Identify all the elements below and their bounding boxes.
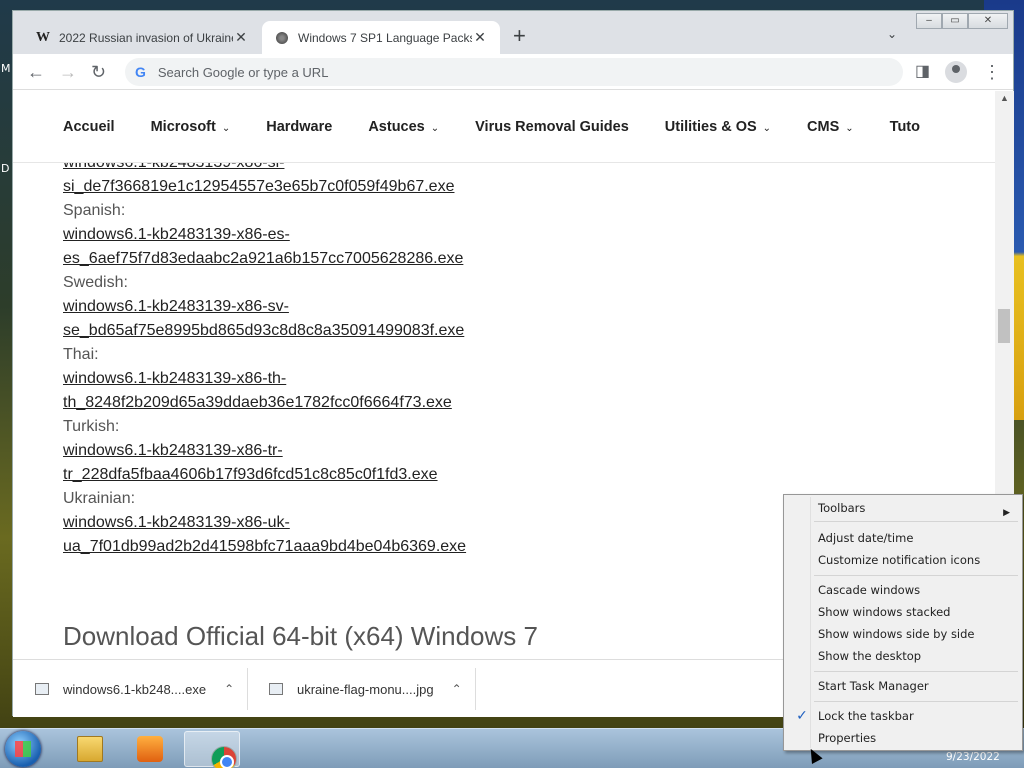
tab-title: 2022 Russian invasion of Ukraine <box>59 30 233 45</box>
window-controls: – ▭ ✕ <box>916 13 1008 29</box>
submenu-arrow-icon: ▶ <box>1003 508 1010 518</box>
scroll-up-arrow-icon[interactable]: ▲ <box>1000 93 1009 103</box>
tab-search-chevron-icon[interactable]: ⌄ <box>887 27 897 41</box>
new-tab-button[interactable]: + <box>513 25 526 47</box>
profile-avatar-icon[interactable] <box>945 61 967 83</box>
menu-item-cascade-windows[interactable]: Cascade windows <box>818 580 1018 600</box>
chevron-down-icon: ⌄ <box>221 122 231 134</box>
menu-item-show-windows-side-by-side[interactable]: Show windows side by side <box>818 624 1018 644</box>
scrollbar-thumb[interactable] <box>998 309 1010 343</box>
minimize-button[interactable]: – <box>916 13 942 29</box>
download-item[interactable]: ukraine-flag-monu....jpg ⌃ <box>269 668 476 710</box>
side-panel-icon[interactable]: ◨ <box>915 62 930 82</box>
reload-icon[interactable]: ↻ <box>91 62 106 82</box>
chrome-icon <box>211 746 237 768</box>
site-nav: Accueil Microsoft ⌄ Hardware Astuces ⌄ Vir… <box>13 91 995 163</box>
download-link[interactable]: windows6.1-kb2483139-x86-th- <box>63 370 286 387</box>
chevron-down-icon: ⌄ <box>430 122 440 134</box>
nav-tuto[interactable]: Tuto <box>890 119 920 135</box>
address-placeholder: Search Google or type a URL <box>157 64 329 80</box>
google-icon: G <box>135 64 146 80</box>
download-link[interactable]: windows6.1-kb2483139-x86-es- <box>63 226 290 243</box>
download-item[interactable]: windows6.1-kb248....exe ⌃ <box>35 668 249 710</box>
close-tab-icon[interactable]: ✕ <box>472 29 488 46</box>
start-button[interactable] <box>5 731 41 767</box>
site-favicon-icon <box>276 31 288 44</box>
menu-item-properties[interactable]: Properties <box>818 728 1018 748</box>
nav-virus-removal-guides[interactable]: Virus Removal Guides <box>475 119 629 135</box>
download-link[interactable]: th_8248f2b209d65a39ddaeb36e1782fcc0f6664… <box>63 394 452 411</box>
exe-file-icon <box>35 683 49 695</box>
folder-icon <box>77 736 103 762</box>
nav-cms[interactable]: CMS ⌄ <box>807 119 854 135</box>
language-label: Swedish: <box>63 274 128 291</box>
back-arrow-icon[interactable]: ← <box>27 62 45 82</box>
browser-toolbar: ← → ↻ G Search Google or type a URL ◨ ⋮ <box>13 54 1013 90</box>
language-label: Spanish: <box>63 202 126 219</box>
tab-windows7-language-packs[interactable]: Windows 7 SP1 Language Packs ✕ <box>262 21 500 54</box>
menu-separator <box>814 575 1018 576</box>
menu-item-show-desktop[interactable]: Show the desktop <box>818 646 1018 666</box>
close-window-button[interactable]: ✕ <box>968 13 1008 29</box>
taskbar-media-player[interactable] <box>122 731 178 767</box>
language-label: Ukrainian: <box>63 490 136 507</box>
chevron-up-icon[interactable]: ⌃ <box>224 682 234 696</box>
menu-separator <box>814 521 1018 522</box>
menu-separator <box>814 701 1018 702</box>
desktop-icon-label[interactable]: M <box>1 62 11 75</box>
media-player-icon <box>137 736 163 762</box>
download-link[interactable]: si_de7f366819e1c12954557e3e65b7c0f059f49… <box>63 178 454 195</box>
menu-kebab-icon[interactable]: ⋮ <box>983 62 1001 82</box>
taskbar-explorer[interactable] <box>62 731 118 767</box>
tab-wikipedia[interactable]: W 2022 Russian invasion of Ukraine ✕ <box>23 21 261 54</box>
menu-item-show-windows-stacked[interactable]: Show windows stacked <box>818 602 1018 622</box>
wikipedia-icon: W <box>36 29 50 45</box>
download-link[interactable]: tr_228dfa5fbaa4606b17f93d6fcd51c8c85c0f1… <box>63 466 438 483</box>
menu-item-lock-taskbar[interactable]: Lock the taskbar <box>818 706 1018 726</box>
close-tab-icon[interactable]: ✕ <box>233 29 249 46</box>
image-file-icon <box>269 683 283 695</box>
download-link[interactable]: se_bd65af75e8995bd865d93c8d8c8a350914990… <box>63 322 464 339</box>
download-link[interactable]: es_6aef75f7d83edaabc2a921a6b157cc7005628… <box>63 250 463 267</box>
menu-separator <box>814 671 1018 672</box>
chevron-down-icon: ⌄ <box>762 122 772 134</box>
download-link[interactable]: windows6.1-kb2483139-x86-uk- <box>63 514 290 531</box>
nav-astuces[interactable]: Astuces ⌄ <box>368 119 439 135</box>
download-filename: windows6.1-kb248....exe <box>63 681 207 697</box>
menu-item-toolbars[interactable]: Toolbars ▶ <box>818 498 1018 518</box>
maximize-button[interactable]: ▭ <box>942 13 968 29</box>
download-filename: ukraine-flag-monu....jpg <box>297 681 434 697</box>
menu-item-customize-notification-icons[interactable]: Customize notification icons <box>818 550 1018 570</box>
language-label: Turkish: <box>63 418 120 435</box>
chevron-down-icon: ⌄ <box>845 122 854 134</box>
tab-title: Windows 7 SP1 Language Packs <box>298 30 472 45</box>
menu-item-adjust-datetime[interactable]: Adjust date/time <box>818 528 1018 548</box>
tab-strip: W 2022 Russian invasion of Ukraine ✕ Win… <box>13 11 1013 54</box>
divider <box>247 668 249 710</box>
desktop-icon-label[interactable]: D <box>1 162 9 175</box>
section-heading: Download Official 64-bit (x64) Windows 7 <box>63 621 538 651</box>
download-list: windows6.1-kb2483139-x86-si- si_de7f3668… <box>63 151 466 559</box>
chevron-up-icon[interactable]: ⌃ <box>452 682 462 696</box>
checkmark-icon: ✓ <box>796 708 808 724</box>
taskbar-context-menu: Toolbars ▶ Adjust date/time Customize not… <box>783 494 1023 751</box>
download-link[interactable]: windows6.1-kb2483139-x86-tr- <box>63 442 283 459</box>
address-bar[interactable]: G Search Google or type a URL <box>125 58 903 86</box>
menu-item-start-task-manager[interactable]: Start Task Manager <box>818 676 1018 696</box>
divider <box>474 668 476 710</box>
taskbar-chrome[interactable] <box>184 731 240 768</box>
forward-arrow-icon[interactable]: → <box>59 62 77 82</box>
nav-hardware[interactable]: Hardware <box>266 119 332 135</box>
clock-date[interactable]: 9/23/2022 <box>946 751 1000 763</box>
download-link[interactable]: windows6.1-kb2483139-x86-sv- <box>63 298 289 315</box>
nav-microsoft[interactable]: Microsoft ⌄ <box>151 119 231 135</box>
download-link[interactable]: ua_7f01db99ad2b2d41598bfc71aaa9bd4be04b6… <box>63 538 466 555</box>
language-label: Thai: <box>63 346 99 363</box>
nav-accueil[interactable]: Accueil <box>63 119 115 135</box>
nav-utilities-os[interactable]: Utilities & OS ⌄ <box>665 119 771 135</box>
